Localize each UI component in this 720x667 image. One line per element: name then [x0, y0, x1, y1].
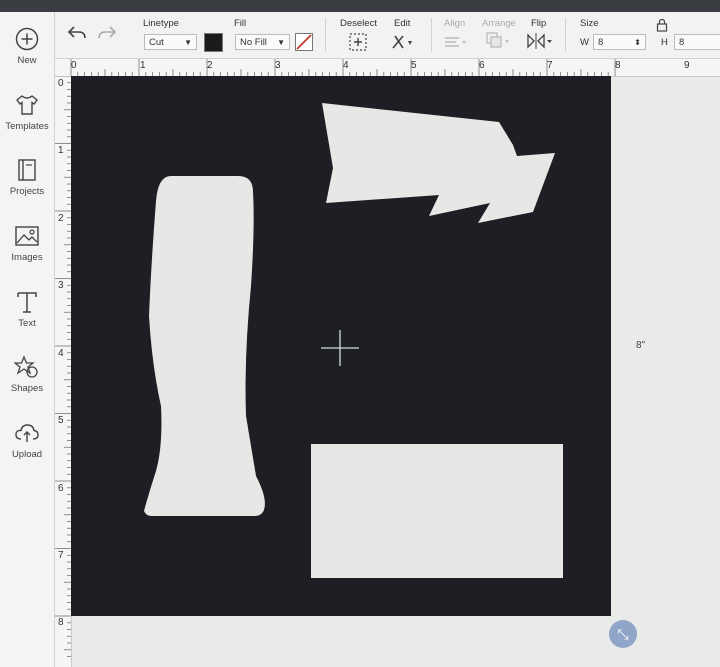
ruler-number: 0 — [58, 78, 64, 89]
sidebar-item-new[interactable]: New — [0, 26, 54, 66]
ruler-number: 9 — [684, 60, 690, 71]
sidebar-item-upload[interactable]: Upload — [0, 420, 54, 460]
fill-value: No Fill — [240, 37, 267, 48]
left-sidebar: New Templates Projects Images Text Shape… — [0, 12, 55, 667]
edit-label: Edit — [394, 18, 411, 29]
top-toolbar: Linetype Cut ▼ Fill No Fill ▼ Deselect E… — [55, 12, 720, 59]
sidebar-item-text[interactable]: Text — [0, 289, 54, 329]
linetype-value: Cut — [149, 37, 164, 48]
ruler-number: 5 — [58, 415, 64, 426]
crosshair-cursor-icon — [321, 330, 359, 366]
size-label: Size — [580, 18, 599, 29]
ruler-number: 3 — [58, 280, 64, 291]
ruler-number: 2 — [58, 213, 64, 224]
no-fill-swatch-icon[interactable] — [295, 33, 313, 51]
ruler-ticks — [55, 76, 71, 657]
width-input[interactable]: 8 ⬍ — [593, 34, 646, 50]
undo-icon[interactable] — [67, 24, 87, 42]
sidebar-item-shapes[interactable]: Shapes — [0, 354, 54, 394]
cloud-upload-icon — [15, 424, 39, 442]
sidebar-item-label: Upload — [11, 449, 43, 460]
canvas-mat[interactable] — [71, 76, 611, 616]
deselect-icon[interactable] — [349, 33, 367, 51]
ruler-number: 7 — [547, 60, 553, 71]
align-icon[interactable] — [444, 34, 468, 50]
ruler-number: 1 — [140, 60, 146, 71]
align-label: Align — [444, 18, 466, 29]
ruler-number: 2 — [207, 60, 213, 71]
toolbar-divider — [431, 18, 432, 52]
ruler-number: 6 — [58, 483, 64, 494]
flip-label: Flip — [531, 18, 547, 29]
rectangle-shape[interactable] — [311, 444, 563, 578]
arrange-icon[interactable] — [486, 32, 512, 50]
edit-tools-icon[interactable] — [391, 33, 417, 51]
shapes-icon — [14, 355, 38, 378]
stepper-icon[interactable]: ⬍ — [634, 35, 641, 51]
ruler-vertical: 0 1 2 3 4 5 6 7 8 — [55, 76, 72, 667]
sidebar-item-label: Images — [11, 252, 43, 263]
image-icon — [15, 226, 39, 246]
linetype-color-swatch[interactable] — [204, 33, 223, 52]
ruler-number: 4 — [343, 60, 349, 71]
ruler-number: 8 — [615, 60, 621, 71]
width-label: W — [580, 37, 589, 48]
ruler-number: 8 — [58, 617, 64, 628]
height-dimension-label: 8" — [636, 340, 646, 351]
shirt-icon — [16, 95, 38, 115]
toolbar-divider — [565, 18, 566, 52]
ruler-number: 1 — [58, 145, 64, 156]
ruler-number: 7 — [58, 550, 64, 561]
ruler-horizontal: 0 1 2 3 4 5 6 7 8 9 — [55, 59, 720, 77]
banner-shape[interactable] — [322, 103, 555, 223]
ruler-number: 4 — [58, 348, 64, 359]
sidebar-item-templates[interactable]: Templates — [0, 92, 54, 132]
book-icon — [18, 159, 36, 181]
sidebar-item-label: New — [17, 55, 37, 66]
height-input[interactable]: 8 — [674, 34, 720, 50]
resize-handle-icon[interactable]: ⤡ — [609, 620, 637, 648]
sidebar-item-label: Templates — [5, 121, 49, 132]
ruler-number: 6 — [479, 60, 485, 71]
glass-shape[interactable] — [144, 176, 265, 516]
sidebar-item-label: Shapes — [10, 383, 44, 394]
ruler-number: 5 — [411, 60, 417, 71]
width-value: 8 — [598, 37, 604, 48]
fill-select[interactable]: No Fill ▼ — [235, 34, 290, 50]
height-value: 8 — [679, 37, 685, 48]
sidebar-item-images[interactable]: Images — [0, 223, 54, 263]
sidebar-item-label: Text — [18, 318, 36, 329]
design-shapes — [144, 103, 563, 578]
ruler-number: 3 — [275, 60, 281, 71]
deselect-label: Deselect — [340, 18, 377, 29]
lock-icon[interactable] — [656, 18, 668, 32]
chevron-down-icon: ▼ — [184, 38, 192, 47]
sidebar-item-label: Projects — [9, 186, 45, 197]
fill-label: Fill — [234, 18, 247, 29]
window-top-strip — [0, 0, 720, 12]
height-label: H — [661, 37, 668, 48]
text-t-icon — [17, 292, 37, 313]
ruler-number: 0 — [71, 60, 77, 71]
redo-icon[interactable] — [97, 24, 117, 42]
linetype-label: Linetype — [143, 18, 179, 29]
toolbar-divider — [325, 18, 326, 52]
arrange-label: Arrange — [482, 18, 516, 29]
chevron-down-icon: ▼ — [277, 38, 285, 47]
sidebar-item-projects[interactable]: Projects — [0, 157, 54, 197]
plus-circle-icon — [15, 27, 39, 51]
linetype-select[interactable]: Cut ▼ — [144, 34, 197, 50]
flip-icon[interactable] — [526, 32, 554, 50]
